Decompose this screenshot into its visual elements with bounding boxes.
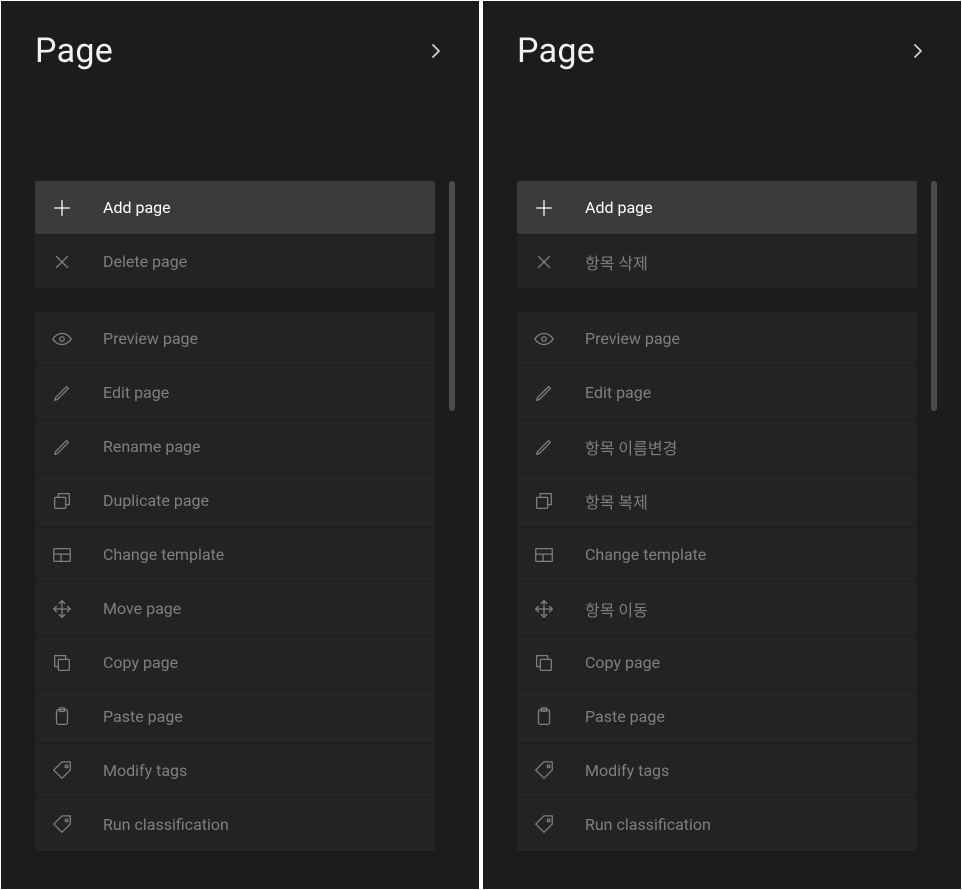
menu-list: Add page Delete page Preview page Edit p… [35,181,463,859]
menu-item-label: Run classification [585,815,711,834]
panel-header: Page [35,31,463,71]
group-separator [35,289,435,311]
panel-title: Page [35,31,113,71]
panel-title: Page [517,31,595,71]
pencil-icon [533,382,555,404]
eye-icon [533,328,555,350]
delete-page-item[interactable]: Delete page [35,235,435,288]
rename-page-item[interactable]: 항목 이름변경 [517,420,917,473]
move-page-item[interactable]: Move page [35,582,435,635]
duplicate-page-item[interactable]: Duplicate page [35,474,435,527]
duplicate-icon [533,490,555,512]
page-menu-panel: Page Add page Delete page Preview page E… [1,1,479,889]
duplicate-page-item[interactable]: 항목 복제 [517,474,917,527]
tag-icon [51,814,73,836]
modify-tags-item[interactable]: Modify tags [35,744,435,797]
rename-page-item[interactable]: Rename page [35,420,435,473]
modify-tags-item[interactable]: Modify tags [517,744,917,797]
menu-item-label: 항목 삭제 [585,250,648,274]
paste-page-item[interactable]: Paste page [35,690,435,743]
menu-item-label: Change template [103,545,224,564]
add-page-item[interactable]: Add page [35,181,435,234]
change-template-item[interactable]: Change template [517,528,917,581]
menu-item-label: Edit page [103,383,169,402]
menu-item-label: Preview page [103,329,198,348]
pencil-icon [533,436,555,458]
chevron-right-icon[interactable] [431,43,441,59]
menu-list: Add page 항목 삭제 Preview page Edit page 항목… [517,181,945,859]
copy-icon [533,652,555,674]
menu-item-label: Paste page [103,707,183,726]
copy-page-item[interactable]: Copy page [35,636,435,689]
menu-item-label: Copy page [585,653,660,672]
menu-item-label: Edit page [585,383,651,402]
menu-item-label: Preview page [585,329,680,348]
change-template-item[interactable]: Change template [35,528,435,581]
menu-item-label: Paste page [585,707,665,726]
menu-item-label: Add page [103,198,171,217]
tag-icon [533,760,555,782]
menu-list-wrap: Add page 항목 삭제 Preview page Edit page 항목… [517,181,945,859]
preview-page-item[interactable]: Preview page [35,312,435,365]
tag-icon [51,760,73,782]
group-separator [517,289,917,311]
menu-list-wrap: Add page Delete page Preview page Edit p… [35,181,463,859]
template-icon [533,544,555,566]
template-icon [51,544,73,566]
clipboard-icon [51,706,73,728]
duplicate-icon [51,490,73,512]
add-page-item[interactable]: Add page [517,181,917,234]
menu-item-label: Run classification [103,815,229,834]
copy-icon [51,652,73,674]
chevron-right-icon[interactable] [913,43,923,59]
paste-page-item[interactable]: Paste page [517,690,917,743]
menu-item-label: Modify tags [103,761,187,780]
menu-item-label: 항목 이동 [585,597,648,621]
menu-item-label: Move page [103,599,181,618]
menu-item-label: 항목 이름변경 [585,435,677,459]
scrollbar-thumb[interactable] [931,181,937,411]
menu-item-label: Delete page [103,252,187,271]
plus-icon [533,197,555,219]
page-menu-panel: Page Add page 항목 삭제 Preview page Edit pa… [483,1,961,889]
preview-page-item[interactable]: Preview page [517,312,917,365]
edit-page-item[interactable]: Edit page [517,366,917,419]
menu-item-label: Change template [585,545,706,564]
panel-header: Page [517,31,945,71]
copy-page-item[interactable]: Copy page [517,636,917,689]
menu-item-label: Modify tags [585,761,669,780]
menu-item-label: 항목 복제 [585,489,648,513]
close-icon [533,251,555,273]
menu-item-label: Add page [585,198,653,217]
pencil-icon [51,436,73,458]
menu-item-label: Rename page [103,437,201,456]
eye-icon [51,328,73,350]
move-page-item[interactable]: 항목 이동 [517,582,917,635]
edit-page-item[interactable]: Edit page [35,366,435,419]
menu-item-label: Duplicate page [103,491,209,510]
move-icon [533,598,555,620]
menu-item-label: Copy page [103,653,178,672]
clipboard-icon [533,706,555,728]
run-classification-item[interactable]: Run classification [517,798,917,851]
run-classification-item[interactable]: Run classification [35,798,435,851]
scrollbar-thumb[interactable] [449,181,455,411]
plus-icon [51,197,73,219]
move-icon [51,598,73,620]
close-icon [51,251,73,273]
delete-page-item[interactable]: 항목 삭제 [517,235,917,288]
pencil-icon [51,382,73,404]
tag-icon [533,814,555,836]
